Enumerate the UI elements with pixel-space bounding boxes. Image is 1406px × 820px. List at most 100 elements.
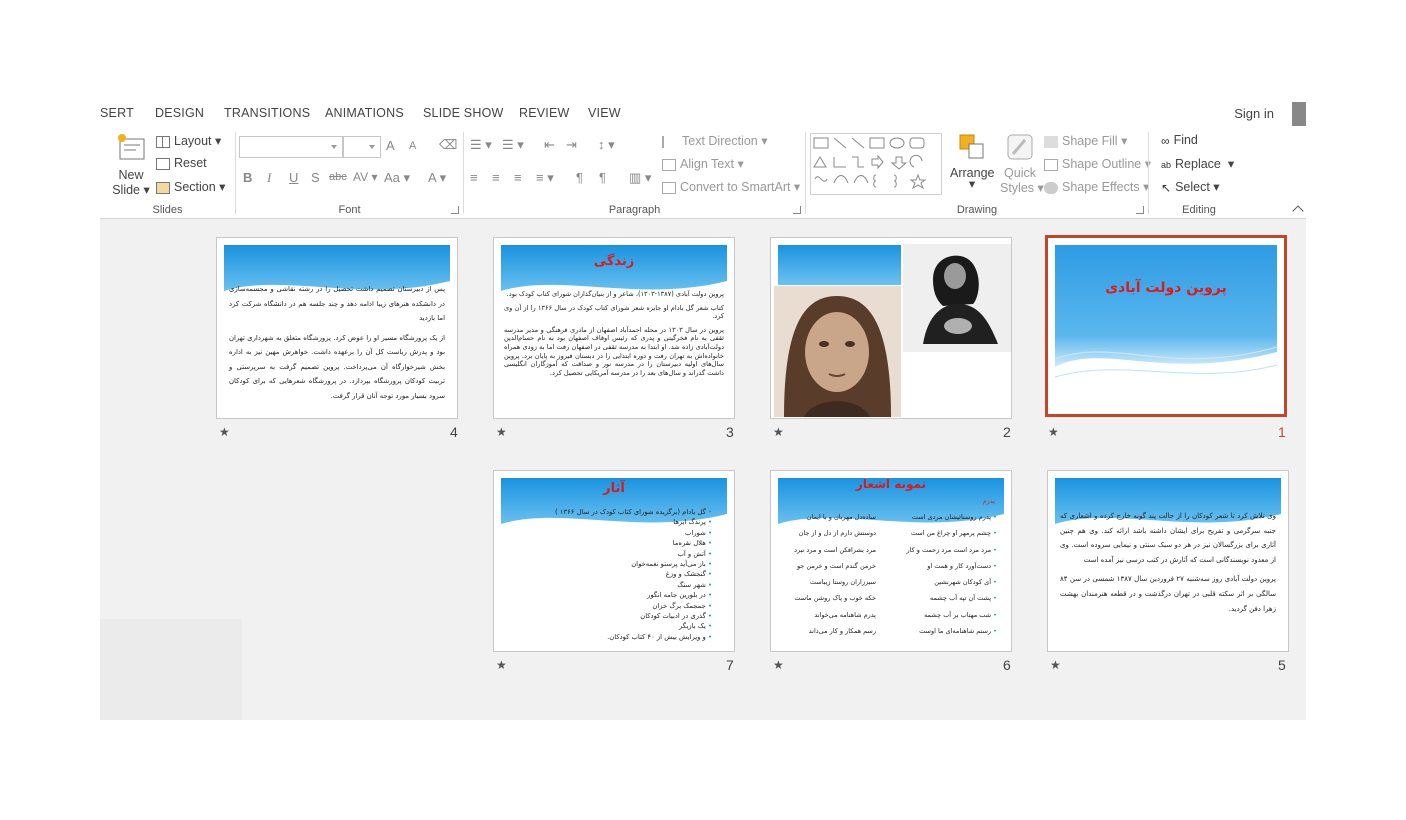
portrait-photo-1 [903, 244, 1011, 352]
quick-styles-icon [1007, 134, 1033, 160]
increase-indent-icon[interactable]: ⇥ [566, 137, 577, 153]
align-left-icon[interactable]: ≡ [470, 170, 478, 185]
title-slide-background [1055, 245, 1277, 397]
underline-button[interactable]: U [289, 170, 298, 185]
slide-number-4: 4 [450, 424, 458, 440]
animation-star-icon: ★ [496, 658, 507, 672]
shapes-gallery[interactable] [810, 133, 942, 195]
reset-icon [156, 157, 170, 170]
slide-number-2: 2 [1003, 424, 1011, 440]
find-button[interactable]: ∞ Find [1161, 133, 1198, 148]
slide-thumbnail-5[interactable]: وی تلاش کرد تا شعر کودکان را از حالت پند… [1047, 470, 1289, 652]
layout-button[interactable]: Layout ▾ [156, 133, 221, 148]
sign-in-link[interactable]: Sign in [1234, 106, 1274, 121]
drawing-dialog-launcher[interactable] [1136, 206, 1144, 214]
tab-design[interactable]: DESIGN [155, 106, 204, 120]
slide-number-1: 1 [1278, 424, 1286, 440]
layout-icon [156, 135, 170, 148]
numbering-icon[interactable]: ☰ ▾ [502, 137, 524, 153]
text-shadow-button[interactable]: S [311, 170, 320, 185]
collapse-ribbon-icon[interactable] [1292, 205, 1304, 217]
slide-thumbnail-3[interactable]: زندگی پروین دولت آبادی (۱۳۸۷-۱۳۰۳)، شاعر… [493, 237, 735, 419]
font-name-combo[interactable] [239, 136, 343, 158]
portrait-photo-2 [774, 286, 901, 417]
animation-star-icon: ★ [1048, 425, 1059, 439]
shrink-font-button[interactable]: A [409, 140, 416, 152]
slide-thumbnail-2[interactable] [770, 237, 1012, 419]
slide-number-7: 7 [726, 657, 734, 673]
align-text-icon [662, 158, 676, 171]
animation-star-icon: ★ [496, 425, 507, 439]
tab-transitions[interactable]: TRANSITIONS [224, 106, 310, 120]
cursor-icon: ↖ [1161, 180, 1172, 195]
slide-thumbnail-4[interactable]: پس از دبیرستان تصمیم داشت تحصیل را در رش… [216, 237, 458, 419]
shape-fill-button[interactable]: Shape Fill ▾ [1044, 133, 1127, 148]
replace-icon: ab [1161, 159, 1172, 170]
drawing-group-label: Drawing [956, 204, 998, 216]
shape-outline-button[interactable]: Shape Outline ▾ [1044, 156, 1151, 171]
font-color-button[interactable]: A ▾ [428, 170, 446, 186]
section-button[interactable]: Section ▾ [156, 179, 225, 194]
font-dialog-launcher[interactable] [451, 206, 459, 214]
quick-styles-button[interactable]: Quick Styles ▾ [1000, 132, 1044, 195]
ltr-icon[interactable]: ¶ [576, 170, 583, 185]
strikethrough-button[interactable]: abc [329, 171, 347, 183]
align-right-icon[interactable]: ≡ [514, 170, 522, 185]
slide-thumbnail-6[interactable]: نمونه اشعار پدرم • پدرم روستائیشان مردی … [770, 470, 1012, 652]
slide-body: پروین دولت آبادی (۱۳۸۷-۱۳۰۳)، شاعر و از … [504, 290, 724, 377]
slide-title: نمونه اشعار [855, 477, 927, 491]
italic-button[interactable]: I [267, 170, 271, 186]
decrease-indent-icon[interactable]: ⇤ [544, 137, 555, 153]
bold-button[interactable]: B [243, 170, 252, 185]
line-spacing-icon[interactable]: ↕ ▾ [598, 137, 615, 153]
arrange-button[interactable]: Arrange ▾ [950, 132, 994, 190]
tab-view[interactable]: VIEW [588, 106, 621, 120]
reset-button[interactable]: Reset [156, 156, 207, 170]
section-icon [156, 181, 170, 194]
avatar[interactable] [1292, 102, 1306, 126]
align-center-icon[interactable]: ≡ [492, 170, 500, 185]
slide-title: پروین دولت آبادی [1105, 280, 1227, 296]
powerpoint-window: SERT DESIGN TRANSITIONS ANIMATIONS SLIDE… [100, 100, 1306, 720]
font-size-combo[interactable] [343, 136, 381, 158]
animation-star-icon: ★ [1050, 658, 1061, 672]
pencil-icon [1044, 158, 1058, 171]
select-button[interactable]: ↖ Select ▾ [1161, 179, 1220, 195]
convert-smartart-button[interactable]: Convert to SmartArt ▾ [662, 179, 800, 194]
tab-review[interactable]: REVIEW [519, 106, 570, 120]
font-group: A A ⌫ B I U S abc AV ▾ Aa ▾ A ▾ Font [236, 128, 463, 218]
tab-insert[interactable]: SERT [100, 106, 134, 120]
replace-button[interactable]: ab Replace ▾ [1161, 156, 1234, 171]
columns-icon[interactable]: ▥ ▾ [629, 170, 651, 186]
slides-group-label: Slides [152, 204, 183, 216]
slide-thumbnail-1[interactable]: پروین دولت آبادی [1045, 235, 1287, 417]
character-spacing-button[interactable]: AV ▾ [353, 170, 377, 184]
rtl-icon[interactable]: ¶ [599, 170, 606, 185]
bullets-icon[interactable]: ☰ ▾ [470, 137, 492, 153]
ribbon: New Slide ▾ Layout ▾ Reset Section ▾ Sli… [100, 128, 1306, 219]
text-direction-button[interactable]: Text Direction ▾ [662, 133, 767, 148]
slide-number-3: 3 [726, 424, 734, 440]
paragraph-dialog-launcher[interactable] [793, 206, 801, 214]
arrange-icon [959, 134, 984, 159]
new-slide-button[interactable]: New Slide ▾ [112, 132, 150, 202]
slide-number-5: 5 [1278, 657, 1286, 673]
effects-icon [1044, 181, 1058, 194]
change-case-button[interactable]: Aa ▾ [384, 170, 410, 186]
slide-title: آثار [603, 481, 625, 496]
poem-title: پدرم [982, 497, 995, 505]
tab-slide-show[interactable]: SLIDE SHOW [423, 106, 504, 120]
slide-thumbnail-7[interactable]: آثار • گل بادام (برگزیده شورای کتاب کودک… [493, 470, 735, 652]
clear-formatting-icon[interactable]: ⌫ [439, 137, 457, 153]
animation-star-icon: ★ [773, 658, 784, 672]
justify-icon[interactable]: ≡ ▾ [536, 170, 554, 186]
shape-effects-button[interactable]: Shape Effects ▾ [1044, 179, 1149, 194]
grow-font-button[interactable]: A [386, 138, 395, 153]
animation-star-icon: ★ [773, 425, 784, 439]
slide-number-6: 6 [1003, 657, 1011, 673]
slides-group: New Slide ▾ Layout ▾ Reset Section ▾ Sli… [100, 128, 235, 218]
tab-animations[interactable]: ANIMATIONS [325, 106, 404, 120]
align-text-button[interactable]: Align Text ▾ [662, 156, 744, 171]
text-direction-icon [662, 135, 678, 148]
slide-sorter: پروین دولت آبادی 1 ★ 2 ★ زندگی پروین دول… [100, 219, 1306, 720]
